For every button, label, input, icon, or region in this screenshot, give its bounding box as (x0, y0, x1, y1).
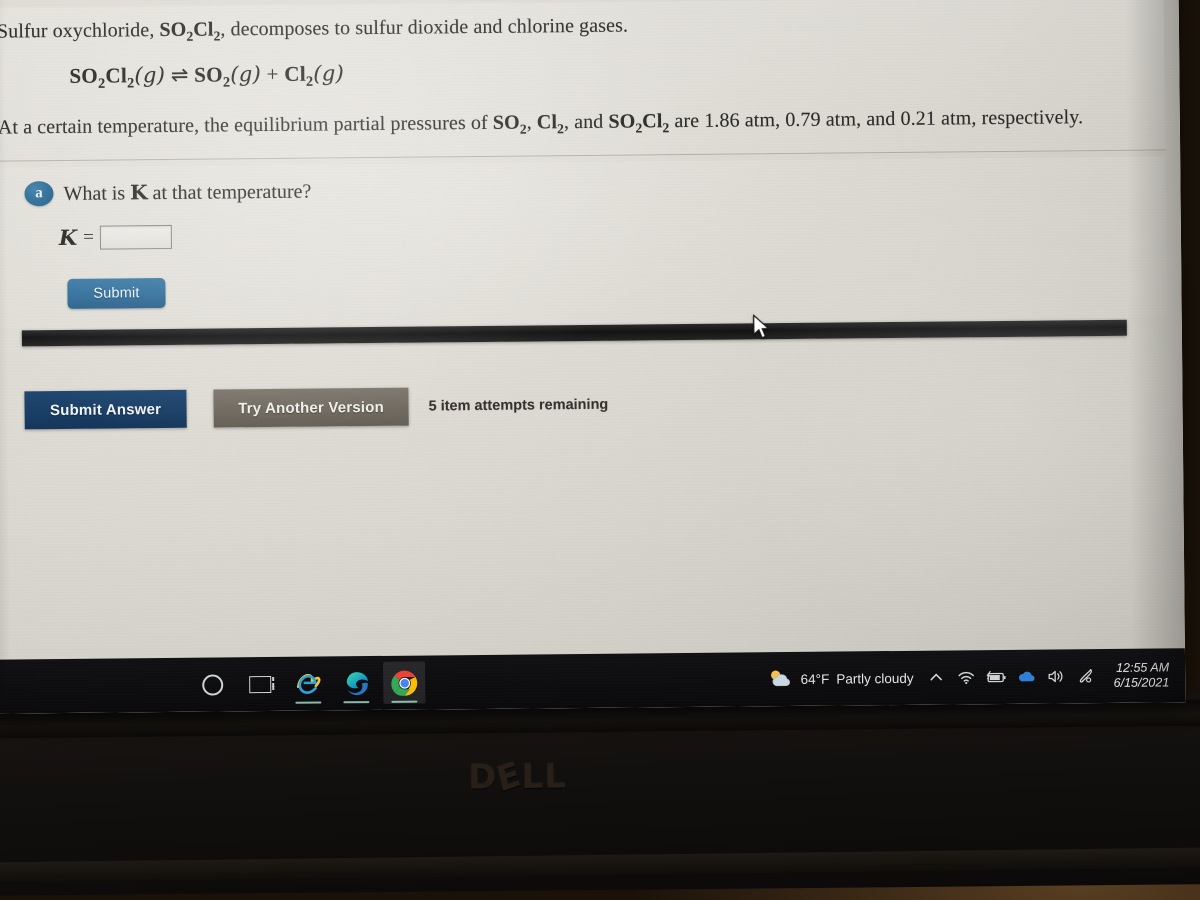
equation-reactant: SO2Cl2 (69, 63, 135, 92)
clock-date: 6/15/2021 (1113, 675, 1170, 690)
question-header-row: a What is K at that temperature? (24, 179, 311, 207)
question-prompt-pre: What is (63, 182, 131, 205)
screenshot-root: DELL Sulfur oxychloride, SO2Cl2, decompo… (0, 0, 1200, 900)
system-tray: 64°F Partly cloudy 12:55 AM 6/15/2021 (759, 656, 1175, 698)
tray-onedrive-button[interactable] (1011, 658, 1041, 696)
submit-button[interactable]: Submit (67, 277, 166, 309)
chemical-equation: SO2Cl2(g) ⇌ SO2(g) + Cl2(g) (69, 60, 345, 92)
laptop-screen: Sulfur oxychloride, SO2Cl2, decomposes t… (0, 0, 1186, 714)
question-prompt: What is K at that temperature? (63, 179, 311, 206)
microsoft-edge-icon (346, 671, 368, 695)
tray-battery-button[interactable] (981, 658, 1011, 696)
task-view-icon (249, 675, 272, 693)
weather-temperature: 64°F (800, 671, 830, 687)
taskbar-item-google-chrome[interactable] (383, 661, 426, 704)
taskbar-item-internet-explorer[interactable] (287, 662, 329, 704)
part-badge-a: a (24, 181, 54, 207)
partly-cloudy-icon (771, 670, 791, 687)
taskbar-apps (191, 661, 426, 706)
problem-line-1: Sulfur oxychloride, SO2Cl2, decomposes t… (0, 7, 1144, 49)
problem-line-1-pre: Sulfur oxychloride, (0, 19, 160, 43)
battery-icon (986, 670, 1006, 683)
tray-volume-button[interactable] (1041, 657, 1071, 695)
taskbar-item-microsoft-edge[interactable] (335, 662, 377, 704)
footer-actions: Submit Answer Try Another Version 5 item… (24, 386, 608, 430)
internet-explorer-icon (296, 674, 321, 694)
equation-product-2: Cl2 (284, 61, 314, 90)
page-content: Sulfur oxychloride, SO2Cl2, decomposes t… (0, 0, 1185, 660)
tray-pen-button[interactable] (1071, 657, 1101, 695)
taskbar-clock[interactable]: 12:55 AM 6/15/2021 (1113, 659, 1170, 692)
problem-formula-so2cl2: SO2Cl2 (159, 18, 221, 44)
answer-input-k[interactable] (99, 224, 173, 250)
equation-product-2-state: (g) (313, 60, 345, 86)
attempts-remaining-text: 5 item attempts remaining (428, 396, 609, 415)
answer-label-k: K (58, 224, 78, 251)
problem-line-1-post: , decomposes to sulfur dioxide and chlor… (220, 14, 629, 41)
clock-time: 12:55 AM (1115, 659, 1170, 675)
answer-row: K = (58, 224, 173, 251)
equation-product-1-state: (g) (230, 61, 262, 87)
onedrive-icon (1019, 671, 1035, 682)
equation-reactant-state: (g) (134, 62, 166, 87)
pressure-species-so2: SO2 (492, 111, 527, 137)
question-part-a: a What is K at that temperature? K = Sub… (0, 156, 1167, 328)
volume-icon (1048, 670, 1063, 683)
problem-line-3: At a certain temperature, the equilibriu… (0, 106, 1084, 139)
question-variable-k: K (130, 180, 148, 205)
chevron-up-icon (930, 673, 943, 681)
equation-product-1: SO2 (194, 62, 231, 91)
tray-show-hidden-icons-button[interactable] (921, 658, 951, 696)
try-another-version-button[interactable]: Try Another Version (213, 387, 409, 428)
dell-logo: DELL (468, 754, 568, 801)
submit-answer-button[interactable]: Submit Answer (24, 389, 187, 430)
tray-network-button[interactable] (951, 658, 981, 696)
weather-condition: Partly cloudy (836, 670, 914, 687)
taskbar-item-task-view[interactable] (239, 663, 281, 705)
wifi-icon (958, 671, 975, 685)
pressure-value-so2: 1.86 atm (704, 109, 776, 132)
pressure-value-so2cl2: 0.21 atm (900, 107, 972, 130)
pressure-species-so2cl2: SO2Cl2 (608, 110, 670, 136)
taskbar-weather-widget[interactable]: 64°F Partly cloudy (759, 663, 921, 695)
pressure-species-cl2: Cl2 (536, 111, 565, 137)
equilibrium-arrow-icon: ⇌ (170, 62, 189, 87)
pressure-value-cl2: 0.79 atm (785, 108, 857, 131)
answer-equals-sign: = (83, 226, 95, 248)
google-chrome-icon (390, 670, 417, 696)
question-prompt-post: at that temperature? (147, 180, 312, 205)
windows-taskbar: 64°F Partly cloudy 12:55 AM 6/15/2021 (0, 648, 1186, 714)
problem-statement-block: Sulfur oxychloride, SO2Cl2, decomposes t… (0, 0, 1166, 162)
cortana-icon (201, 673, 223, 696)
pen-icon (1080, 669, 1093, 683)
taskbar-item-cortana[interactable] (191, 663, 233, 705)
dell-logo-ll: LL (521, 756, 568, 797)
